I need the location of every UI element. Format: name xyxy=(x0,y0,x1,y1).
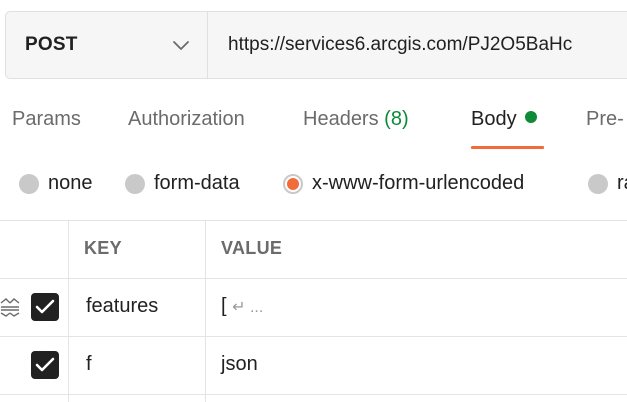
row-value-cell[interactable]: json xyxy=(221,353,258,376)
radio-urlencoded-label: x-www-form-urlencoded xyxy=(312,172,525,194)
tab-params-label: Params xyxy=(12,108,81,130)
row-value-text: [ xyxy=(221,295,227,317)
checkmark-icon xyxy=(35,299,55,314)
chevron-down-icon xyxy=(173,41,189,50)
radio-circle-icon xyxy=(19,173,39,194)
drag-handle-icon[interactable] xyxy=(0,297,20,317)
table-divider xyxy=(0,278,627,279)
row-checkbox[interactable] xyxy=(31,351,59,379)
url-input[interactable]: https://services6.arcgis.com/PJ2O5BaHc xyxy=(208,12,627,78)
tab-pre-label: Pre- xyxy=(586,108,624,130)
active-tab-underline xyxy=(471,146,544,149)
radio-form-data-label: form-data xyxy=(154,172,240,194)
method-select[interactable]: POST xyxy=(6,12,208,78)
key-value-table: KEY VALUE features [ ↵ ... f json xyxy=(0,220,627,402)
body-type-radio-group: none form-data x-www-form-urlencoded ra xyxy=(0,172,627,200)
table-divider xyxy=(0,394,627,395)
row-value-cell[interactable]: [ ↵ ... xyxy=(221,295,263,318)
row-value-more: ↵ ... xyxy=(232,299,264,316)
postman-request-panel: POST https://services6.arcgis.com/PJ2O5B… xyxy=(0,0,627,402)
radio-circle-icon xyxy=(125,173,145,194)
request-bar: POST https://services6.arcgis.com/PJ2O5B… xyxy=(5,11,627,79)
table-divider xyxy=(0,336,627,337)
radio-raw[interactable]: ra xyxy=(588,172,627,195)
body-active-dot-icon xyxy=(524,111,537,123)
radio-none[interactable]: none xyxy=(19,172,93,195)
radio-x-www-form-urlencoded[interactable]: x-www-form-urlencoded xyxy=(283,172,524,195)
radio-circle-icon xyxy=(588,173,608,194)
key-column-header: KEY xyxy=(84,238,122,258)
table-divider xyxy=(0,220,627,221)
row-checkbox[interactable] xyxy=(31,293,59,321)
radio-form-data[interactable]: form-data xyxy=(125,172,240,195)
row-key-cell[interactable]: f xyxy=(86,353,92,376)
radio-none-label: none xyxy=(48,172,93,194)
tab-authorization[interactable]: Authorization xyxy=(128,108,245,152)
tab-body-label: Body xyxy=(471,108,517,130)
headers-count-badge: (8) xyxy=(384,108,409,130)
request-tabs: Params Authorization Headers (8) Body Pr… xyxy=(0,108,627,152)
radio-selected-icon xyxy=(283,173,303,194)
checkmark-icon xyxy=(35,357,55,372)
value-column-header: VALUE xyxy=(221,238,283,258)
row-key-cell[interactable]: features xyxy=(86,295,158,318)
method-label: POST xyxy=(25,34,78,55)
tab-params[interactable]: Params xyxy=(12,108,81,152)
tab-headers[interactable]: Headers (8) xyxy=(303,108,409,152)
table-column-divider xyxy=(68,220,69,402)
table-column-divider xyxy=(205,220,206,402)
tab-body[interactable]: Body xyxy=(471,108,544,152)
tab-authorization-label: Authorization xyxy=(128,108,245,130)
radio-raw-label: ra xyxy=(617,172,627,194)
tab-headers-label: Headers xyxy=(303,108,379,130)
tab-pre-request-script[interactable]: Pre- xyxy=(586,108,624,152)
